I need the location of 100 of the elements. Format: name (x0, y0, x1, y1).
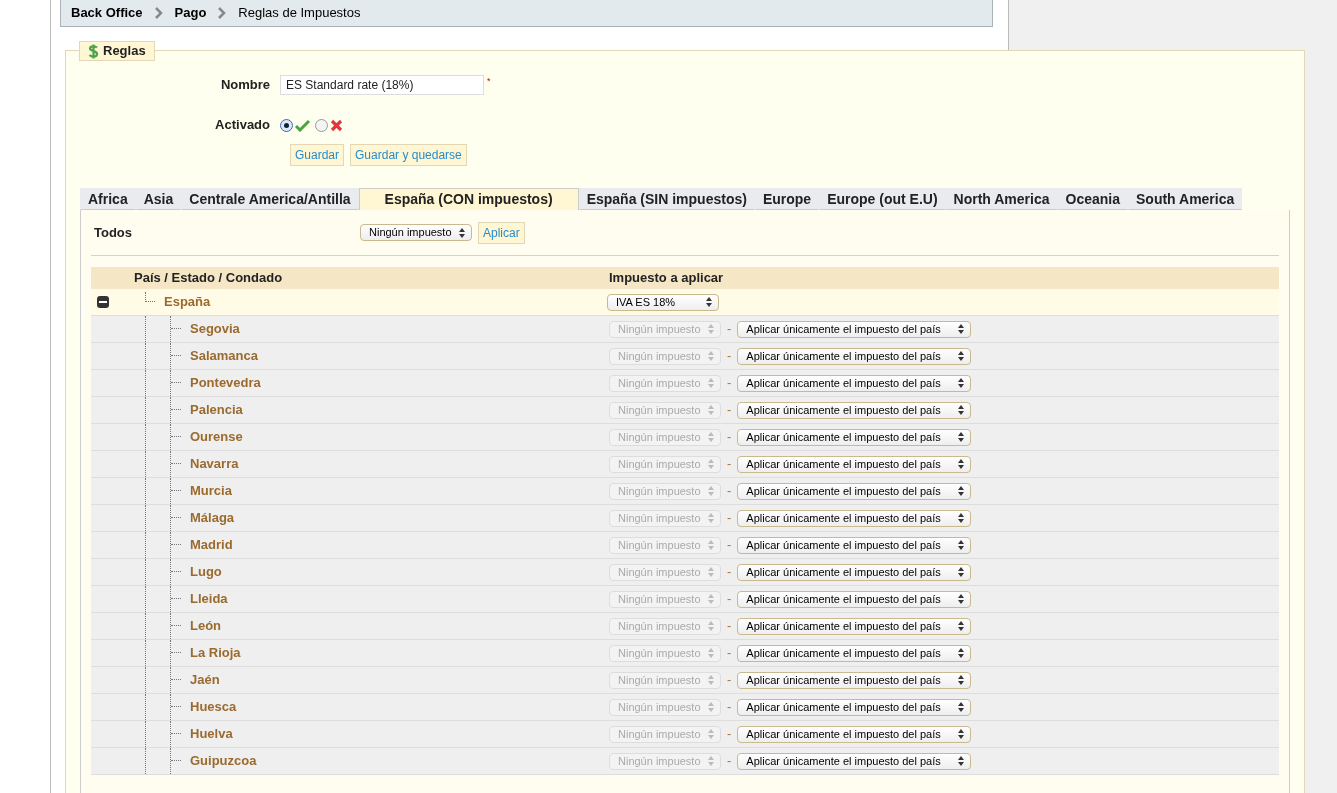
breadcrumb-current: Reglas de Impuestos (238, 4, 361, 23)
required-mark: * (487, 75, 491, 88)
separator: - (727, 725, 732, 744)
state-name: Huesca (190, 698, 238, 717)
state-name: Pontevedra (190, 374, 262, 393)
up-down-arrows-icon (708, 729, 714, 739)
up-down-arrows-icon (708, 432, 714, 442)
state-name: Lleida (190, 590, 229, 609)
radio-button[interactable] (315, 118, 328, 132)
tax-select[interactable]: IVA ES 18% (607, 293, 719, 311)
state-name: Palencia (190, 401, 244, 420)
dollar-icon (88, 43, 99, 59)
column-header: País / Estado / Condado (133, 269, 284, 288)
up-down-arrows-icon (708, 621, 714, 631)
separator: - (727, 482, 732, 501)
breadcrumb-link[interactable]: Back Office (71, 3, 143, 23)
state-name: Madrid (190, 536, 234, 555)
tab[interactable]: Europe (out E.U) (819, 188, 946, 210)
separator: - (727, 347, 732, 366)
up-down-arrows-icon (958, 432, 965, 442)
separator: - (727, 536, 732, 555)
state-name: Guipuzcoa (190, 752, 258, 771)
up-down-arrows-icon (958, 675, 965, 685)
state-name: Murcia (190, 482, 233, 501)
field-label: Nombre (219, 76, 271, 95)
up-down-arrows-icon (708, 594, 714, 604)
up-down-arrows-icon (708, 567, 714, 577)
up-down-arrows-icon (958, 729, 965, 739)
separator: - (727, 590, 732, 609)
up-down-arrows-icon (708, 702, 714, 712)
chevron-icon (218, 7, 227, 19)
separator: - (727, 698, 732, 717)
tab[interactable]: South America (1128, 188, 1243, 210)
state-name: Segovia (190, 320, 241, 339)
tab[interactable]: España (SIN impuestos) (578, 188, 755, 210)
state-name: León (190, 617, 223, 636)
up-down-arrows-icon (958, 756, 965, 766)
up-down-arrows-icon (958, 459, 965, 469)
up-down-arrows-icon (708, 540, 714, 550)
up-down-arrows-icon (958, 702, 965, 712)
row-label: Todos (93, 223, 134, 242)
collapse-icon[interactable] (97, 296, 109, 308)
up-down-arrows-icon (958, 378, 965, 388)
save-button[interactable]: Guardar (290, 144, 345, 166)
separator: - (727, 428, 732, 447)
name-field[interactable]: ES Standard rate (18%) (280, 75, 484, 95)
up-down-arrows-icon (958, 594, 965, 604)
up-down-arrows-icon (459, 227, 465, 238)
state-name: Salamanca (190, 347, 259, 366)
tab[interactable]: Africa (80, 188, 136, 210)
up-down-arrows-icon (708, 756, 714, 766)
column-header: Impuesto a aplicar (609, 269, 724, 288)
up-down-arrows-icon (958, 405, 965, 415)
up-down-arrows-icon (958, 324, 965, 334)
separator: - (727, 455, 732, 474)
up-down-arrows-icon (708, 486, 714, 496)
separator: - (727, 671, 732, 690)
tab[interactable]: North America (945, 188, 1058, 210)
separator: - (727, 563, 732, 582)
state-name: La Rioja (190, 644, 242, 663)
up-down-arrows-icon (708, 351, 714, 361)
up-down-arrows-icon (958, 540, 965, 550)
up-down-arrows-icon (708, 405, 714, 415)
separator: - (727, 374, 732, 393)
up-down-arrows-icon (706, 297, 712, 307)
up-down-arrows-icon (958, 621, 965, 631)
tab[interactable]: Centrale America/Antilla (181, 188, 359, 210)
state-name: Lugo (190, 563, 223, 582)
country-name: España (164, 293, 212, 312)
state-name: Ourense (190, 428, 244, 447)
separator: - (727, 644, 732, 663)
apply-button[interactable]: Aplicar (478, 221, 525, 244)
radio-button[interactable] (280, 118, 293, 132)
up-down-arrows-icon (958, 648, 965, 658)
breadcrumb-link[interactable]: Pago (174, 3, 207, 23)
up-down-arrows-icon (958, 567, 965, 577)
separator: - (727, 401, 732, 420)
tab[interactable]: Europe (754, 188, 820, 210)
up-down-arrows-icon (708, 675, 714, 685)
state-name: Málaga (190, 509, 236, 528)
up-down-arrows-icon (958, 513, 965, 523)
tab[interactable]: España (CON impuestos) (358, 188, 579, 210)
chevron-icon (154, 7, 163, 19)
separator: - (727, 320, 732, 339)
state-name: Jaén (190, 671, 221, 690)
check-icon (295, 118, 310, 132)
tab[interactable]: Oceania (1057, 188, 1128, 210)
separator: - (727, 509, 732, 528)
up-down-arrows-icon (708, 378, 714, 388)
section-legend: Reglas (103, 41, 146, 61)
state-name: Huelva (190, 725, 234, 744)
separator: - (727, 752, 732, 771)
up-down-arrows-icon (708, 648, 714, 658)
save-button[interactable]: Guardar y quedarse (350, 144, 467, 166)
up-down-arrows-icon (958, 351, 965, 361)
tax-select[interactable]: Ningún impuesto (360, 224, 472, 241)
up-down-arrows-icon (958, 486, 965, 496)
up-down-arrows-icon (708, 513, 714, 523)
up-down-arrows-icon (708, 324, 714, 334)
tab[interactable]: Asia (135, 188, 182, 210)
